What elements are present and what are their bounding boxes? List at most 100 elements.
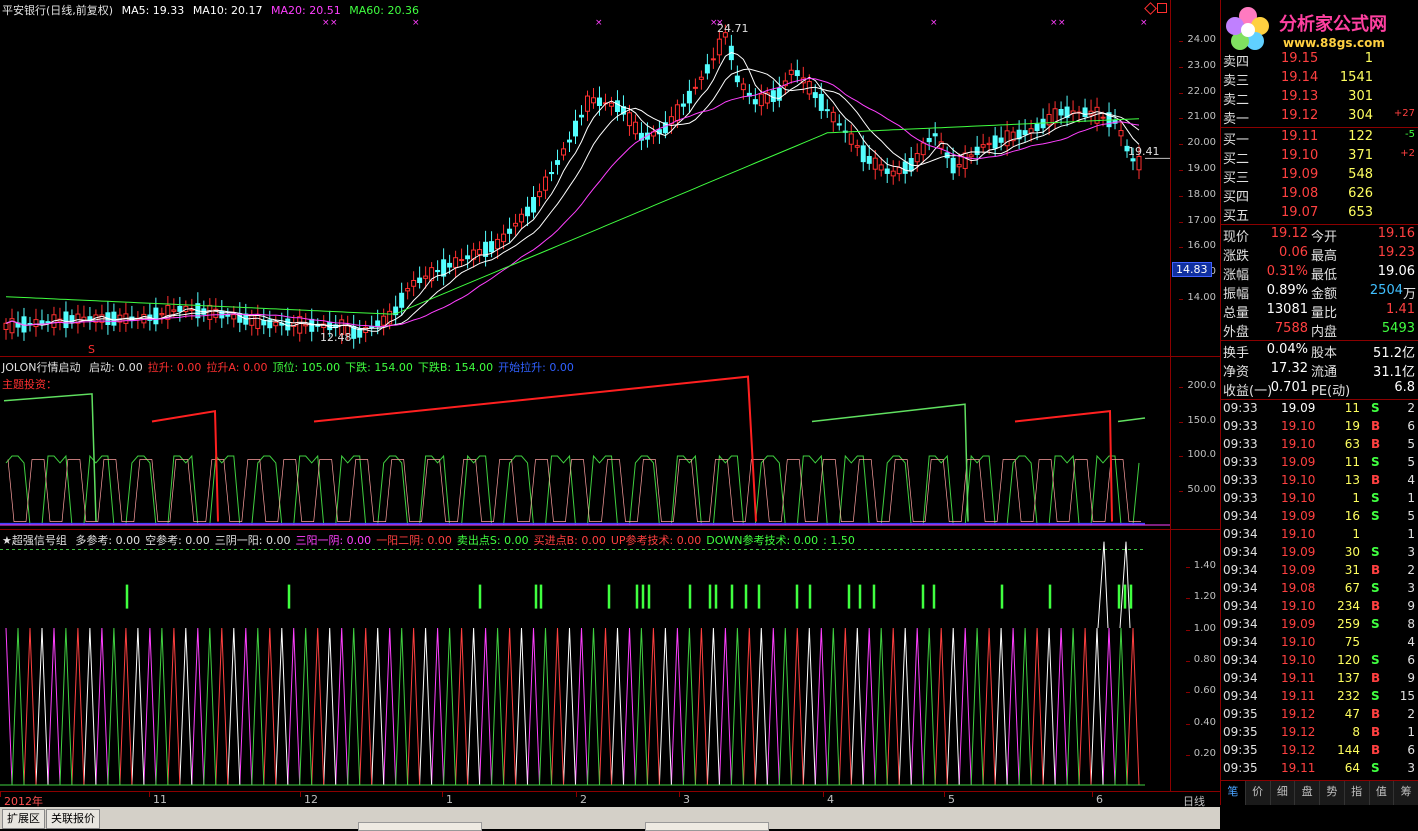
candle-body [1082,107,1088,118]
panel-tab[interactable]: 价 [1246,781,1271,805]
tick-row[interactable]: 09:34 19.10 1 1 [1221,526,1418,544]
candle-body [596,97,602,106]
panel-tab[interactable]: 细 [1271,781,1296,805]
quote-label: 最低 [1311,268,1338,283]
tick-row[interactable]: 09:33 19.10 1 S 1 [1221,490,1418,508]
price-tick-label: 21.00 [1179,111,1216,123]
tab-related-quotes[interactable]: 关联报价 [46,809,100,829]
ind1-item: 开始拉升: 0.00 [498,361,574,374]
tick-count: 3 [1407,581,1415,595]
candle-body [423,275,429,279]
candle-body [453,257,459,268]
candle-body [297,316,303,334]
tick-side: S [1371,509,1380,523]
tick-row[interactable]: 09:35 19.12 144 B 6 [1221,742,1418,760]
quote-value: 19.12 [1270,226,1308,241]
order-volume: 626 [1348,186,1373,201]
panel-tab[interactable]: 值 [1370,781,1395,805]
last-price-label: 19.41 [1128,145,1160,158]
candle-body [956,164,962,168]
price-tick-label: 14.00 [1179,292,1216,303]
quote-value: 7588 [1274,321,1308,336]
tick-time: 09:35 [1223,707,1258,721]
quote-value: 19.16 [1377,226,1415,241]
stat-label: 股本 [1311,346,1338,361]
tick-row[interactable]: 09:35 19.12 8 B 1 [1221,724,1418,742]
quote-row: 振幅 0.89% 金额 2504 万 [1221,282,1418,302]
tab-extension-area[interactable]: 扩展区 [2,809,45,829]
jolon-indicator-chart[interactable] [0,357,1170,530]
tick-price: 19.09 [1281,455,1316,469]
candle-body [824,109,830,112]
tick-row[interactable]: 09:33 19.10 63 B 5 [1221,436,1418,454]
tick-list[interactable]: 09:33 19.09 11 S 2 09:33 19.10 19 B 6 09:33 19.10 63… [1221,399,1418,796]
candle-body [680,103,686,107]
candlestick-chart[interactable]: × × × × ×× × × × × [0,0,1170,357]
quote-panel: 分析家公式网 www.88gs.com 卖四 19.15 1 卖三 19.14 1541 卖… [1220,0,1418,805]
signals-indicator-chart[interactable] [0,530,1170,792]
tick-row[interactable]: 09:34 19.09 16 S 5 [1221,508,1418,526]
tick-price: 19.12 [1281,725,1316,739]
order-label: 卖一 [1223,112,1250,127]
tick-row[interactable]: 09:33 19.09 11 S 2 [1221,400,1418,418]
top-marker: × [1050,18,1058,28]
ma5-label: MA5: 19.33 [121,4,185,17]
candle-body [686,90,692,104]
tick-count: 1 [1407,527,1415,541]
stat-value: 51.2亿 [1373,346,1415,361]
tick-row[interactable]: 09:34 19.10 120 S 6 [1221,652,1418,670]
top-marker: × [595,18,603,28]
tick-row[interactable]: 09:34 19.11 137 B 9 [1221,670,1418,688]
candle-body [249,314,255,326]
panel-tab[interactable]: 指 [1345,781,1370,805]
signals-tick-label: 1.20 [1185,591,1216,603]
tick-row[interactable]: 09:34 19.09 31 B 2 [1221,562,1418,580]
order-volume: 122 [1348,129,1373,144]
logo-title: 分析家公式网 [1279,14,1387,35]
tick-row[interactable]: 09:35 19.11 64 S 3 [1221,760,1418,778]
tick-row[interactable]: 09:34 19.11 232 S 15 [1221,688,1418,706]
indicator-pane-signals[interactable]: ★超强信号组 多参考: 0.00 空参考: 0.00 三阴一阳: 0.00 三阳一阴:… [0,530,1170,792]
tick-time: 09:34 [1223,545,1258,559]
candle-body [495,238,501,250]
stat-row: 换手 0.04% 股本 51.2亿 [1221,341,1418,361]
signals-tick-label: 0.80 [1185,653,1216,665]
tick-side: B [1371,563,1381,577]
tick-row[interactable]: 09:33 19.09 11 S 5 [1221,454,1418,472]
tick-count: 8 [1407,617,1415,631]
tick-time: 09:34 [1223,599,1258,613]
tick-price: 19.10 [1281,437,1316,451]
order-price: 19.10 [1281,148,1319,163]
tick-row[interactable]: 09:33 19.10 19 B 6 [1221,418,1418,436]
tick-row[interactable]: 09:34 19.08 67 S 3 [1221,580,1418,598]
signals-tick-label: 0.60 [1185,685,1216,697]
main-chart-header: 平安银行(日线,前复权) MA5: 19.33 MA10: 20.17 MA20… [2,2,424,18]
signals-tick-label: 0.40 [1185,716,1216,728]
tick-row[interactable]: 09:34 19.09 30 S 3 [1221,544,1418,562]
tick-count: 9 [1407,599,1415,613]
tick-row[interactable]: 09:34 19.10 234 B 9 [1221,598,1418,616]
tick-row[interactable]: 09:34 19.10 75 4 [1221,634,1418,652]
indicator-pane-jolon[interactable]: JOLON行情启动 启动: 0.00 拉升: 0.00 拉升A: 0.00 顶位: 1… [0,357,1170,530]
panel-tab[interactable]: 筹 [1394,781,1418,805]
candle-body [692,86,698,89]
panel-tab[interactable]: 笔 [1221,781,1246,805]
panel-tab[interactable]: 势 [1320,781,1345,805]
maximize-icon[interactable] [1157,3,1167,13]
time-axis-label: 12 [300,791,318,806]
scroll-track-right[interactable] [645,822,769,831]
price-chart-pane[interactable]: × × × × × × × × × × 平安银行(日线,前复权) MA5: 19.33 MA10:… [0,0,1170,357]
order-row: 卖二 19.13 301 [1221,88,1418,108]
candle-body [740,83,746,91]
candle-body [513,222,519,227]
candle-body [1034,123,1040,132]
scroll-track-left[interactable] [358,822,482,831]
tick-row[interactable]: 09:33 19.10 13 B 4 [1221,472,1418,490]
quote-value: 0.89% [1266,283,1308,298]
panel-tab[interactable]: 盘 [1295,781,1320,805]
tick-row[interactable]: 09:35 19.12 47 B 2 [1221,706,1418,724]
ind2-item: 三阳一阴: 0.00 [295,534,372,547]
candle-body [261,319,267,326]
tick-row[interactable]: 09:34 19.09 259 S 8 [1221,616,1418,634]
tick-count: 6 [1407,419,1415,433]
